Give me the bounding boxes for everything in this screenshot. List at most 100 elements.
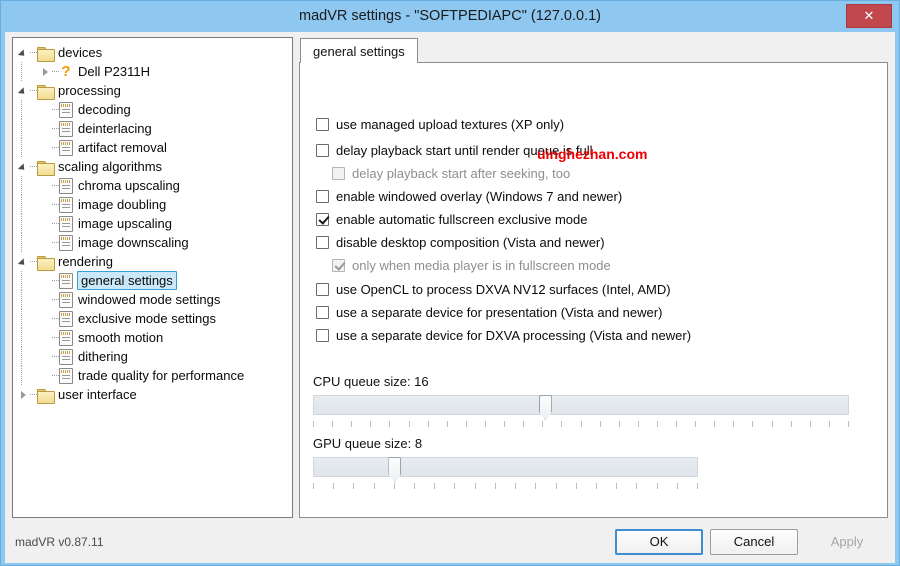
slider-tick — [535, 483, 537, 489]
tree-item-label: chroma upscaling — [78, 178, 180, 193]
checkbox-only-when-media-player-is-in-fullscreen-mode: only when media player is in fullscreen … — [332, 258, 611, 273]
tree-item-label: artifact removal — [78, 140, 167, 155]
page-icon — [59, 177, 73, 194]
tree-guide-line — [21, 214, 22, 233]
checkbox-checked-icon[interactable] — [316, 213, 329, 226]
slider-tick — [515, 483, 517, 489]
tree-item-user-interface[interactable]: user interface — [13, 385, 292, 404]
page-icon — [59, 120, 73, 137]
checkbox-empty-icon[interactable] — [316, 329, 329, 342]
tree-item-devices[interactable]: devices — [13, 43, 292, 62]
tree-item-trade-quality-for-performance[interactable]: trade quality for performance — [13, 366, 292, 385]
tree-item-chroma-upscaling[interactable]: chroma upscaling — [13, 176, 292, 195]
tab-strip: general settings — [299, 37, 888, 64]
tree-item-label: image doubling — [78, 197, 167, 212]
chevron-right-icon[interactable] — [17, 385, 30, 404]
checkbox-empty-icon[interactable] — [316, 190, 329, 203]
tree-item-general-settings[interactable]: general settings — [13, 271, 292, 290]
tree-guide-line — [21, 328, 22, 347]
checkbox-disable-desktop-composition-vista-and-newer-[interactable]: disable desktop composition (Vista and n… — [316, 235, 605, 250]
tree-item-artifact-removal[interactable]: artifact removal — [13, 138, 292, 157]
tree-connector — [52, 309, 59, 328]
chevron-down-icon[interactable] — [17, 157, 30, 176]
settings-tree[interactable]: devices? Dell P2311H processing decoding dei… — [12, 37, 293, 518]
slider-tick — [656, 421, 658, 427]
tree-item-image-upscaling[interactable]: image upscaling — [13, 214, 292, 233]
slider-tick — [351, 421, 353, 427]
tree-item-deinterlacing[interactable]: deinterlacing — [13, 119, 292, 138]
slider-tick — [427, 421, 429, 427]
page-icon — [59, 215, 73, 232]
tree-item-label: exclusive mode settings — [78, 311, 217, 326]
window-title: madVR settings - "SOFTPEDIAPC" (127.0.0.… — [298, 8, 601, 24]
tree-item-scaling-algorithms[interactable]: scaling algorithms — [13, 157, 292, 176]
checkbox-label: enable windowed overlay (Windows 7 and n… — [336, 189, 623, 204]
ok-button[interactable]: OK — [615, 529, 703, 555]
tree-item-label: decoding — [78, 102, 131, 117]
checkbox-label: use managed upload textures (XP only) — [336, 117, 565, 132]
question-icon: ? — [61, 62, 71, 80]
tree-connector — [52, 62, 59, 81]
tree-connector — [30, 81, 37, 100]
checkbox-label: enable automatic fullscreen exclusive mo… — [336, 212, 588, 227]
tree-item-windowed-mode-settings[interactable]: windowed mode settings — [13, 290, 292, 309]
slider-tick — [752, 421, 754, 427]
checkbox-empty-icon[interactable] — [316, 144, 329, 157]
checkbox-enable-windowed-overlay-windows-7-and-newer-[interactable]: enable windowed overlay (Windows 7 and n… — [316, 189, 622, 204]
tree-guide-line — [21, 62, 22, 81]
slider-thumb-cpu-queue-size[interactable] — [538, 395, 552, 420]
tree-connector — [52, 176, 59, 195]
tree-item-exclusive-mode-settings[interactable]: exclusive mode settings — [13, 309, 292, 328]
chevron-down-icon[interactable] — [17, 252, 30, 271]
checkbox-use-opencl-to-process-dxva-nv12-surfaces-intel-a[interactable]: use OpenCL to process DXVA NV12 surfaces… — [316, 282, 671, 297]
madvr-settings-window: madVR settings - "SOFTPEDIAPC" (127.0.0.… — [0, 0, 900, 566]
tree-item-dithering[interactable]: dithering — [13, 347, 292, 366]
tree-item-dell-p2311h[interactable]: ? Dell P2311H — [13, 62, 292, 81]
folder-icon — [37, 160, 55, 176]
page-icon — [59, 139, 73, 156]
slider-group-gpu-queue-size: GPU queue size: 8 — [313, 436, 698, 491]
checkbox-empty-icon[interactable] — [316, 118, 329, 131]
tree-item-image-doubling[interactable]: image doubling — [13, 195, 292, 214]
close-button[interactable]: ✕ — [846, 4, 892, 28]
tree-item-smooth-motion[interactable]: smooth motion — [13, 328, 292, 347]
checkbox-empty-icon[interactable] — [316, 283, 329, 296]
tree-guide-line — [21, 195, 22, 214]
slider-tick — [828, 421, 830, 427]
checkbox-use-a-separate-device-for-presentation-vista-and[interactable]: use a separate device for presentation (… — [316, 305, 662, 320]
tree-item-processing[interactable]: processing — [13, 81, 292, 100]
slider-track-gpu-queue-size[interactable] — [313, 457, 698, 482]
tree-item-decoding[interactable]: decoding — [13, 100, 292, 119]
slider-tick — [848, 421, 849, 427]
checkbox-empty-icon[interactable] — [316, 236, 329, 249]
checkbox-use-managed-upload-textures-xp-only-[interactable]: use managed upload textures (XP only) — [316, 117, 564, 132]
tree-item-rendering[interactable]: rendering — [13, 252, 292, 271]
cancel-button[interactable]: Cancel — [710, 529, 798, 555]
page-icon — [59, 272, 73, 289]
tab-general-settings[interactable]: general settings — [300, 38, 418, 64]
chevron-down-icon[interactable] — [17, 81, 30, 100]
checkbox-empty-icon[interactable] — [316, 306, 329, 319]
checkbox-use-a-separate-device-for-dxva-processing-vista-[interactable]: use a separate device for DXVA processin… — [316, 328, 691, 343]
slider-tick — [353, 483, 355, 489]
tree-connector — [52, 233, 59, 252]
tree-item-label: image upscaling — [78, 216, 172, 231]
chevron-down-icon[interactable] — [17, 43, 30, 62]
tab-page-general-settings: use managed upload textures (XP only) del… — [299, 63, 888, 518]
chevron-right-icon[interactable] — [39, 62, 52, 81]
slider-tick — [414, 483, 416, 489]
checkbox-delay-playback-start-until-render-queue-is-full[interactable]: delay playback start until render queue … — [316, 143, 593, 158]
tree-item-label: smooth motion — [78, 330, 164, 345]
tree-item-image-downscaling[interactable]: image downscaling — [13, 233, 292, 252]
slider-tick — [595, 483, 597, 489]
slider-thumb-gpu-queue-size[interactable] — [388, 457, 402, 482]
slider-tick — [373, 483, 375, 489]
slider-track-cpu-queue-size[interactable] — [313, 395, 849, 420]
checkbox-enable-automatic-fullscreen-exclusive-mode[interactable]: enable automatic fullscreen exclusive mo… — [316, 212, 587, 227]
tree-connector — [52, 119, 59, 138]
tree-connector — [30, 385, 37, 404]
